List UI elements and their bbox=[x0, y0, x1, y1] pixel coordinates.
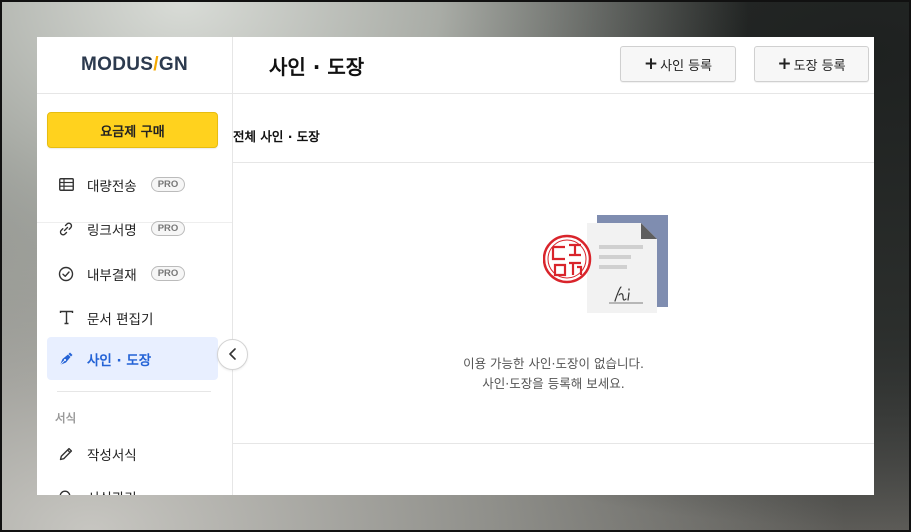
app-window: MODUS/GN 요금제 구매 대량전송 PRO 링크서명 PRO 내부결재 P… bbox=[37, 37, 874, 495]
sidebar-item-label: 작성서식 bbox=[87, 447, 137, 464]
sidebar-item-document-editor[interactable]: 문서 편집기 bbox=[47, 296, 218, 339]
buy-plan-button[interactable]: 요금제 구매 bbox=[47, 112, 218, 148]
sidebar-item-label: 사인 · 도장 bbox=[87, 352, 152, 369]
empty-message-line1: 이용 가능한 사인·도장이 없습니다. bbox=[463, 356, 644, 371]
section-header: 전체 사인 · 도장 bbox=[233, 94, 874, 163]
section-title: 전체 사인 · 도장 bbox=[233, 129, 320, 144]
add-sign-label: 사인 등록 bbox=[660, 58, 713, 74]
plus-icon: + bbox=[643, 54, 659, 74]
sidebar-item-label: 내부결재 bbox=[87, 267, 137, 284]
sidebar-item-link-sign[interactable]: 링크서명 PRO bbox=[47, 207, 218, 250]
page-header: 사인 · 도장 + 사인 등록 + 도장 등록 bbox=[233, 37, 874, 94]
sidebar-item-label: 링크서명 bbox=[87, 222, 137, 239]
pen-nib-icon bbox=[57, 350, 75, 368]
pro-badge: PRO bbox=[150, 177, 186, 192]
empty-illustration bbox=[542, 215, 668, 319]
page-title: 사인 · 도장 bbox=[269, 55, 365, 79]
empty-state: 이용 가능한 사인·도장이 없습니다. 사인·도장을 등록해 보세요. bbox=[233, 163, 874, 444]
pro-badge: PRO bbox=[150, 221, 186, 236]
logo-area[interactable]: MODUS/GN bbox=[37, 37, 232, 94]
check-circle-icon bbox=[57, 265, 75, 283]
add-sign-button[interactable]: + 사인 등록 bbox=[620, 46, 736, 82]
search-icon bbox=[57, 488, 75, 495]
sidebar-item-manage-template[interactable]: 서식관리 bbox=[47, 475, 218, 495]
pencil-icon bbox=[57, 445, 75, 463]
sidebar-item-label: 문서 편집기 bbox=[87, 311, 154, 328]
link-icon bbox=[57, 220, 75, 238]
logo-left: MODUS bbox=[81, 54, 154, 75]
add-stamp-button[interactable]: + 도장 등록 bbox=[754, 46, 869, 82]
chevron-left-icon bbox=[228, 345, 238, 364]
table-icon bbox=[57, 176, 75, 194]
sidebar-item-write-template[interactable]: 작성서식 bbox=[47, 432, 218, 475]
sidebar-divider bbox=[57, 391, 211, 392]
text-icon bbox=[57, 309, 75, 327]
sidebar: MODUS/GN 요금제 구매 대량전송 PRO 링크서명 PRO 내부결재 P… bbox=[37, 37, 233, 495]
sidebar-item-bulk-send[interactable]: 대량전송 PRO bbox=[47, 163, 218, 206]
sidebar-item-internal-approval[interactable]: 내부결재 PRO bbox=[47, 252, 218, 295]
empty-message-line2: 사인·도장을 등록해 보세요. bbox=[482, 376, 625, 391]
logo[interactable]: MODUS/GN bbox=[81, 54, 188, 76]
sidebar-item-sign-stamp[interactable]: 사인 · 도장 bbox=[47, 337, 218, 380]
sidebar-collapse-button[interactable] bbox=[217, 339, 248, 370]
plus-icon: + bbox=[777, 54, 792, 74]
pro-badge: PRO bbox=[150, 266, 186, 281]
sidebar-section-label: 서식 bbox=[55, 411, 77, 425]
sidebar-item-label: 서식관리 bbox=[87, 487, 137, 496]
sidebar-item-label: 대량전송 bbox=[87, 178, 137, 195]
logo-right: GN bbox=[158, 54, 188, 75]
add-stamp-label: 도장 등록 bbox=[793, 58, 846, 74]
